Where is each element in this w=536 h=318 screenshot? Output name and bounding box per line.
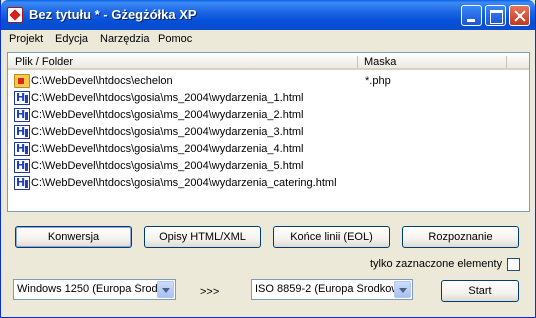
html-file-icon <box>14 125 30 139</box>
list-item[interactable]: C:\WebDevel\htdocs\gosia\ms_2004\wydarze… <box>8 90 528 107</box>
close-button[interactable] <box>509 5 530 26</box>
source-encoding-value: Windows 1250 (Europa Środk <box>17 283 157 295</box>
app-icon[interactable] <box>7 7 23 23</box>
file-list[interactable]: Plik / Folder Maska C:\WebDevel\htdocs\e… <box>7 52 530 212</box>
html-xml-descriptions-button[interactable]: Opisy HTML/XML <box>144 226 261 248</box>
list-item[interactable]: C:\WebDevel\htdocs\gosia\ms_2004\wydarze… <box>8 124 528 141</box>
chevron-down-icon[interactable] <box>157 281 174 298</box>
title-bar[interactable]: Bez tytułu * - Gżegżółka XP <box>1 0 535 30</box>
item-path: C:\WebDevel\htdocs\gosia\ms_2004\wydarze… <box>31 177 337 189</box>
item-path: C:\WebDevel\htdocs\gosia\ms_2004\wydarze… <box>31 126 304 138</box>
menu-edycja[interactable]: Edycja <box>55 33 88 45</box>
list-item[interactable]: C:\WebDevel\htdocs\gosia\ms_2004\wydarze… <box>8 175 528 192</box>
target-encoding-select[interactable]: ISO 8859-2 (Europa Środkow <box>251 279 413 300</box>
item-mask: *.php <box>365 75 391 87</box>
list-header: Plik / Folder Maska <box>8 53 529 70</box>
menu-bar: Projekt Edycja Narzędzia Pomoc <box>1 30 535 48</box>
minimize-button[interactable] <box>461 5 482 26</box>
selected-only-label: tylko zaznaczone elementy <box>370 258 503 270</box>
html-file-icon <box>14 91 30 105</box>
item-path: C:\WebDevel\htdocs\gosia\ms_2004\wydarze… <box>31 160 304 172</box>
list-item[interactable]: C:\WebDevel\htdocs\gosia\ms_2004\wydarze… <box>8 158 528 175</box>
html-file-icon <box>14 176 30 190</box>
conversion-arrows: >>> <box>200 286 220 298</box>
list-item[interactable]: C:\WebDevel\htdocs\echelon *.php <box>8 73 528 90</box>
html-file-icon <box>14 108 30 122</box>
list-item[interactable]: C:\WebDevel\htdocs\gosia\ms_2004\wydarze… <box>8 107 528 124</box>
selected-only-checkbox[interactable] <box>507 258 520 271</box>
html-file-icon <box>14 159 30 173</box>
main-window: Bez tytułu * - Gżegżółka XP Projekt Edyc… <box>0 0 536 318</box>
menu-projekt[interactable]: Projekt <box>9 33 43 45</box>
item-path: C:\WebDevel\htdocs\gosia\ms_2004\wydarze… <box>31 109 304 121</box>
column-header-mask[interactable]: Maska <box>364 56 396 68</box>
target-encoding-value: ISO 8859-2 (Europa Środkow <box>255 283 394 295</box>
column-header-file[interactable]: Plik / Folder <box>15 56 73 68</box>
source-encoding-select[interactable]: Windows 1250 (Europa Środk <box>13 279 176 300</box>
menu-pomoc[interactable]: Pomoc <box>158 33 192 45</box>
line-endings-button[interactable]: Końce linii (EOL) <box>273 226 390 248</box>
convert-button[interactable]: Konwersja <box>15 226 132 248</box>
folder-icon <box>14 74 30 88</box>
column-divider[interactable] <box>506 56 507 68</box>
column-divider[interactable] <box>357 56 358 68</box>
list-item[interactable]: C:\WebDevel\htdocs\gosia\ms_2004\wydarze… <box>8 141 528 158</box>
window-title: Bez tytułu * - Gżegżółka XP <box>29 7 197 22</box>
menu-narzedzia[interactable]: Narzędzia <box>100 33 150 45</box>
html-file-icon <box>14 142 30 156</box>
item-path: C:\WebDevel\htdocs\echelon <box>31 75 173 87</box>
recognize-button[interactable]: Rozpoznanie <box>402 226 519 248</box>
chevron-down-icon[interactable] <box>394 281 411 298</box>
maximize-button[interactable] <box>485 5 506 26</box>
start-button[interactable]: Start <box>441 280 519 302</box>
item-path: C:\WebDevel\htdocs\gosia\ms_2004\wydarze… <box>31 143 304 155</box>
item-path: C:\WebDevel\htdocs\gosia\ms_2004\wydarze… <box>31 92 304 104</box>
